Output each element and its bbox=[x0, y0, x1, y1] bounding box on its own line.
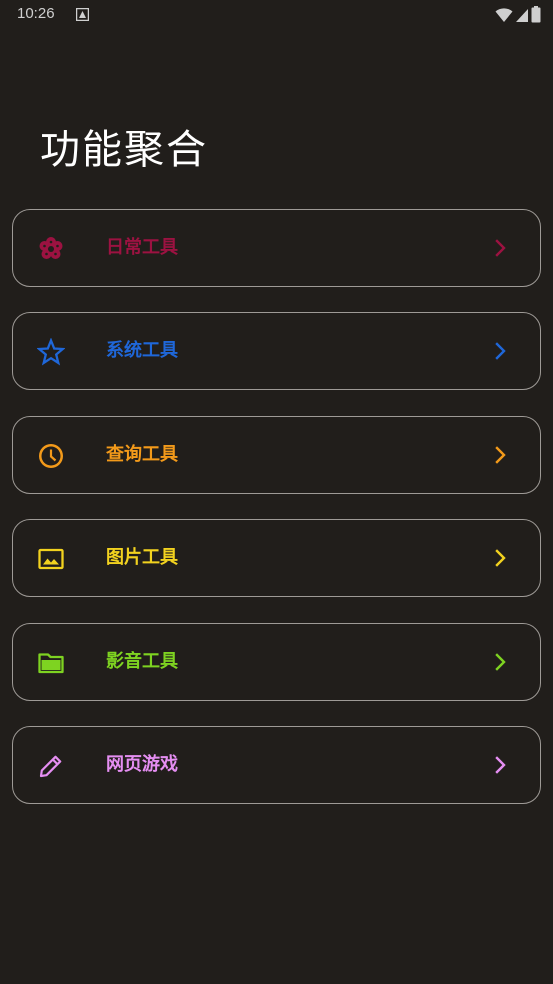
menu-item-image-tools[interactable]: 图片工具 bbox=[12, 519, 541, 598]
status-time: 10:26 bbox=[17, 5, 55, 22]
signal-icon bbox=[516, 8, 528, 22]
folder-icon bbox=[38, 652, 64, 673]
menu-item-label: 查询工具 bbox=[106, 443, 178, 465]
menu-item-label: 影音工具 bbox=[106, 650, 178, 672]
status-icons bbox=[495, 6, 541, 23]
clock-icon bbox=[39, 443, 63, 468]
chevron-right-icon bbox=[495, 652, 506, 671]
image-icon bbox=[38, 549, 64, 570]
chevron-right-icon bbox=[495, 756, 506, 774]
notification-icon bbox=[76, 8, 89, 21]
chevron-right-icon bbox=[495, 446, 506, 464]
battery-icon bbox=[531, 6, 541, 23]
menu-item-label: 日常工具 bbox=[106, 237, 178, 258]
wifi-icon bbox=[495, 7, 513, 22]
chevron-right-icon bbox=[495, 342, 506, 361]
status-bar: 10:26 bbox=[0, 0, 553, 30]
chevron-right-icon bbox=[495, 239, 506, 257]
menu-item-daily-tools[interactable]: 日常工具 bbox=[12, 209, 541, 287]
menu-item-system-tools[interactable]: 系统工具 bbox=[12, 312, 541, 391]
page-title: 功能聚合 bbox=[40, 127, 208, 173]
menu-item-media-tools[interactable]: 影音工具 bbox=[12, 622, 541, 701]
flower-icon bbox=[39, 237, 63, 259]
pencil-icon bbox=[39, 755, 62, 778]
menu-item-label: 图片工具 bbox=[106, 547, 178, 569]
menu-list: 日常工具 系统工具 查询工具 图片工具 影音工具 网页游戏 bbox=[12, 209, 541, 829]
menu-item-web-games[interactable]: 网页游戏 bbox=[12, 725, 541, 804]
star-icon bbox=[37, 338, 65, 366]
menu-item-label: 网页游戏 bbox=[106, 753, 178, 775]
chevron-right-icon bbox=[495, 549, 506, 567]
menu-item-label: 系统工具 bbox=[106, 340, 178, 362]
menu-item-query-tools[interactable]: 查询工具 bbox=[12, 415, 541, 494]
